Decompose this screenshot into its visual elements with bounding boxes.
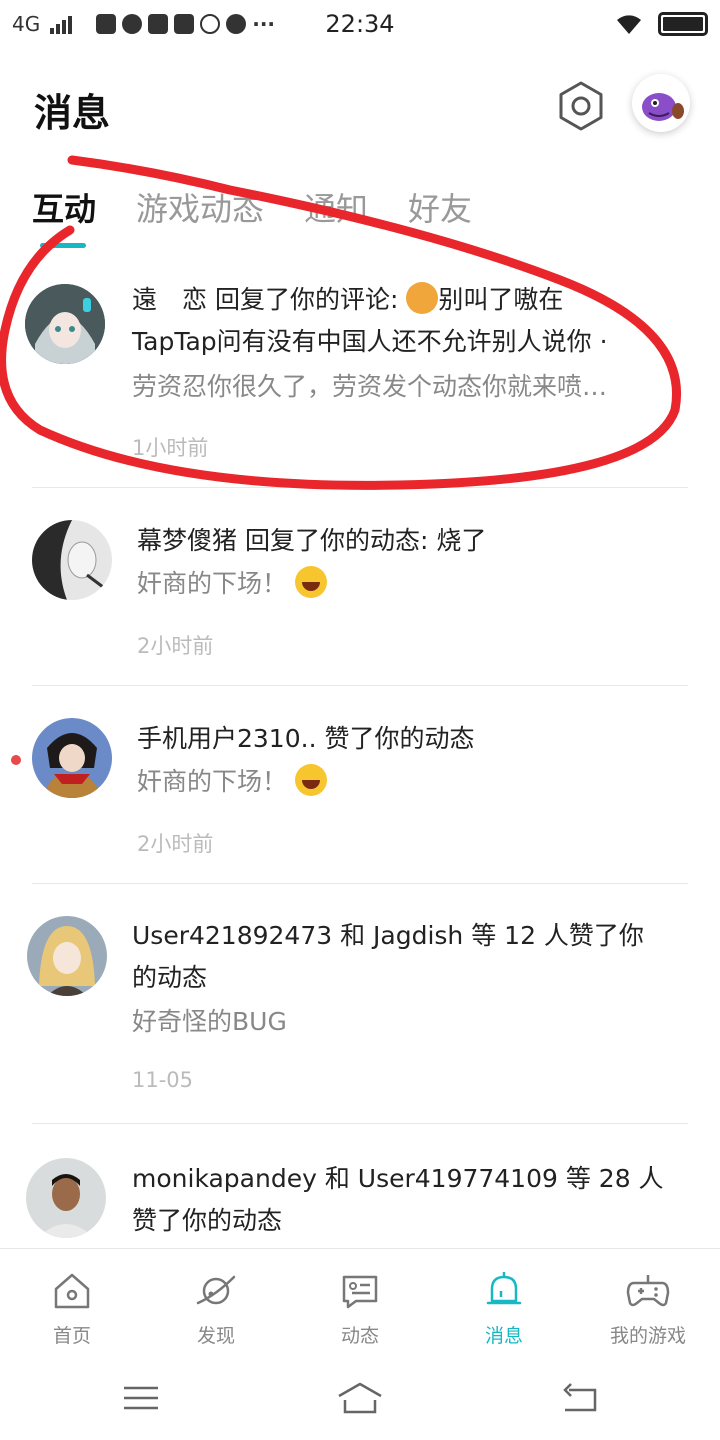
home-button-icon[interactable] — [335, 1378, 385, 1418]
list-item[interactable]: 手机用户2310.. 赞了你的动态 奸商的下场！ 2小时前 — [0, 686, 720, 884]
tab-bar: 互动 游戏动态 通知 好友 — [32, 184, 472, 230]
gamepad-icon — [626, 1275, 670, 1307]
nav-home[interactable]: 首页 — [0, 1249, 144, 1359]
status-right — [614, 12, 708, 36]
message-preview: 奸商的下场！ — [137, 761, 327, 803]
unread-dot — [11, 755, 21, 765]
message-text: User421892473 和 Jagdish 等 12 人赞了你 — [132, 921, 644, 950]
nav-my-games[interactable]: 我的游戏 — [576, 1249, 720, 1359]
avatar[interactable] — [26, 1158, 106, 1238]
avatar[interactable] — [32, 520, 112, 600]
tab-interaction[interactable]: 互动 — [32, 184, 96, 230]
nav-discover[interactable]: 发现 — [144, 1249, 288, 1359]
active-tab-indicator — [40, 243, 86, 248]
avatar[interactable] — [25, 284, 105, 364]
message-text-continued: 赞了你的动态 — [132, 1206, 283, 1235]
feed-icon — [342, 1275, 378, 1309]
nav-label: 发现 — [196, 1325, 235, 1347]
list-item[interactable]: User421892473 和 Jagdish 等 12 人赞了你 的动态 好奇… — [0, 884, 720, 1124]
laughing-emoji — [294, 566, 327, 598]
message-time: 1小时前 — [132, 436, 209, 460]
nav-label: 我的游戏 — [609, 1325, 686, 1347]
message-text-continued: TapTap问有没有中国人还不允许别人说你 · — [132, 327, 608, 356]
tab-notifications[interactable]: 通知 — [304, 184, 368, 230]
laughing-emoji — [294, 764, 327, 796]
nav-label: 消息 — [484, 1325, 523, 1347]
settings-icon[interactable] — [555, 80, 607, 132]
message-text: 遠 恋 回复了你的评论: 别叫了嗷在 — [132, 279, 563, 321]
avatar[interactable] — [32, 718, 112, 798]
list-item[interactable]: 幕梦傻猪 回复了你的动态: 烧了 奸商的下场！ 2小时前 — [0, 488, 720, 686]
system-navigation-bar — [0, 1358, 720, 1440]
nav-feed[interactable]: 动态 — [288, 1249, 432, 1359]
message-time: 2小时前 — [137, 832, 214, 856]
planet-icon — [196, 1275, 236, 1305]
nav-label: 动态 — [340, 1325, 379, 1347]
nav-label: 首页 — [52, 1325, 91, 1347]
list-item[interactable]: 遠 恋 回复了你的评论: 别叫了嗷在 TapTap问有没有中国人还不允许别人说你… — [0, 262, 720, 488]
list-item[interactable]: monikapandey 和 User419774109 等 28 人 赞了你的… — [0, 1124, 720, 1248]
purple-monster-avatar-icon — [642, 93, 684, 121]
message-preview: 奸商的下场！ — [137, 563, 327, 605]
my-avatar[interactable] — [632, 74, 690, 132]
blonde-anime-avatar-icon — [27, 916, 107, 996]
message-preview: 劳资忍你很久了，劳资发个动态你就来喷… — [132, 372, 608, 401]
message-text: 手机用户2310.. 赞了你的动态 — [137, 724, 475, 753]
tab-friends[interactable]: 好友 — [408, 184, 472, 230]
nav-messages[interactable]: 消息 — [432, 1249, 576, 1359]
message-time: 2小时前 — [137, 634, 214, 658]
status-bar: 4G ··· 22:34 — [0, 0, 720, 52]
avatar[interactable] — [27, 916, 107, 996]
page-title: 消息 — [34, 91, 111, 135]
status-time: 22:34 — [325, 10, 395, 38]
message-preview: 好奇怪的BUG — [132, 1007, 287, 1036]
bell-icon — [486, 1272, 522, 1305]
battery-icon — [658, 12, 708, 36]
wifi-icon — [617, 15, 641, 34]
anime-soldier-avatar-icon — [32, 718, 112, 798]
dark-art-avatar-icon — [32, 520, 112, 600]
home-icon — [54, 1273, 90, 1309]
message-time: 11-05 — [132, 1068, 194, 1092]
message-text-continued: 的动态 — [132, 963, 208, 992]
menu-icon[interactable] — [116, 1378, 166, 1418]
person-photo-avatar-icon — [26, 1158, 106, 1238]
anime-girl-avatar-icon — [25, 284, 105, 364]
bottom-navigation: 首页 发现 动态 消息 我的游戏 — [0, 1248, 720, 1358]
message-text: monikapandey 和 User419774109 等 28 人 — [132, 1164, 664, 1193]
tab-game-updates[interactable]: 游戏动态 — [136, 184, 264, 230]
back-icon[interactable] — [555, 1378, 605, 1418]
dog-emoji — [406, 282, 439, 314]
message-text: 幕梦傻猪 回复了你的动态: 烧了 — [137, 526, 487, 555]
